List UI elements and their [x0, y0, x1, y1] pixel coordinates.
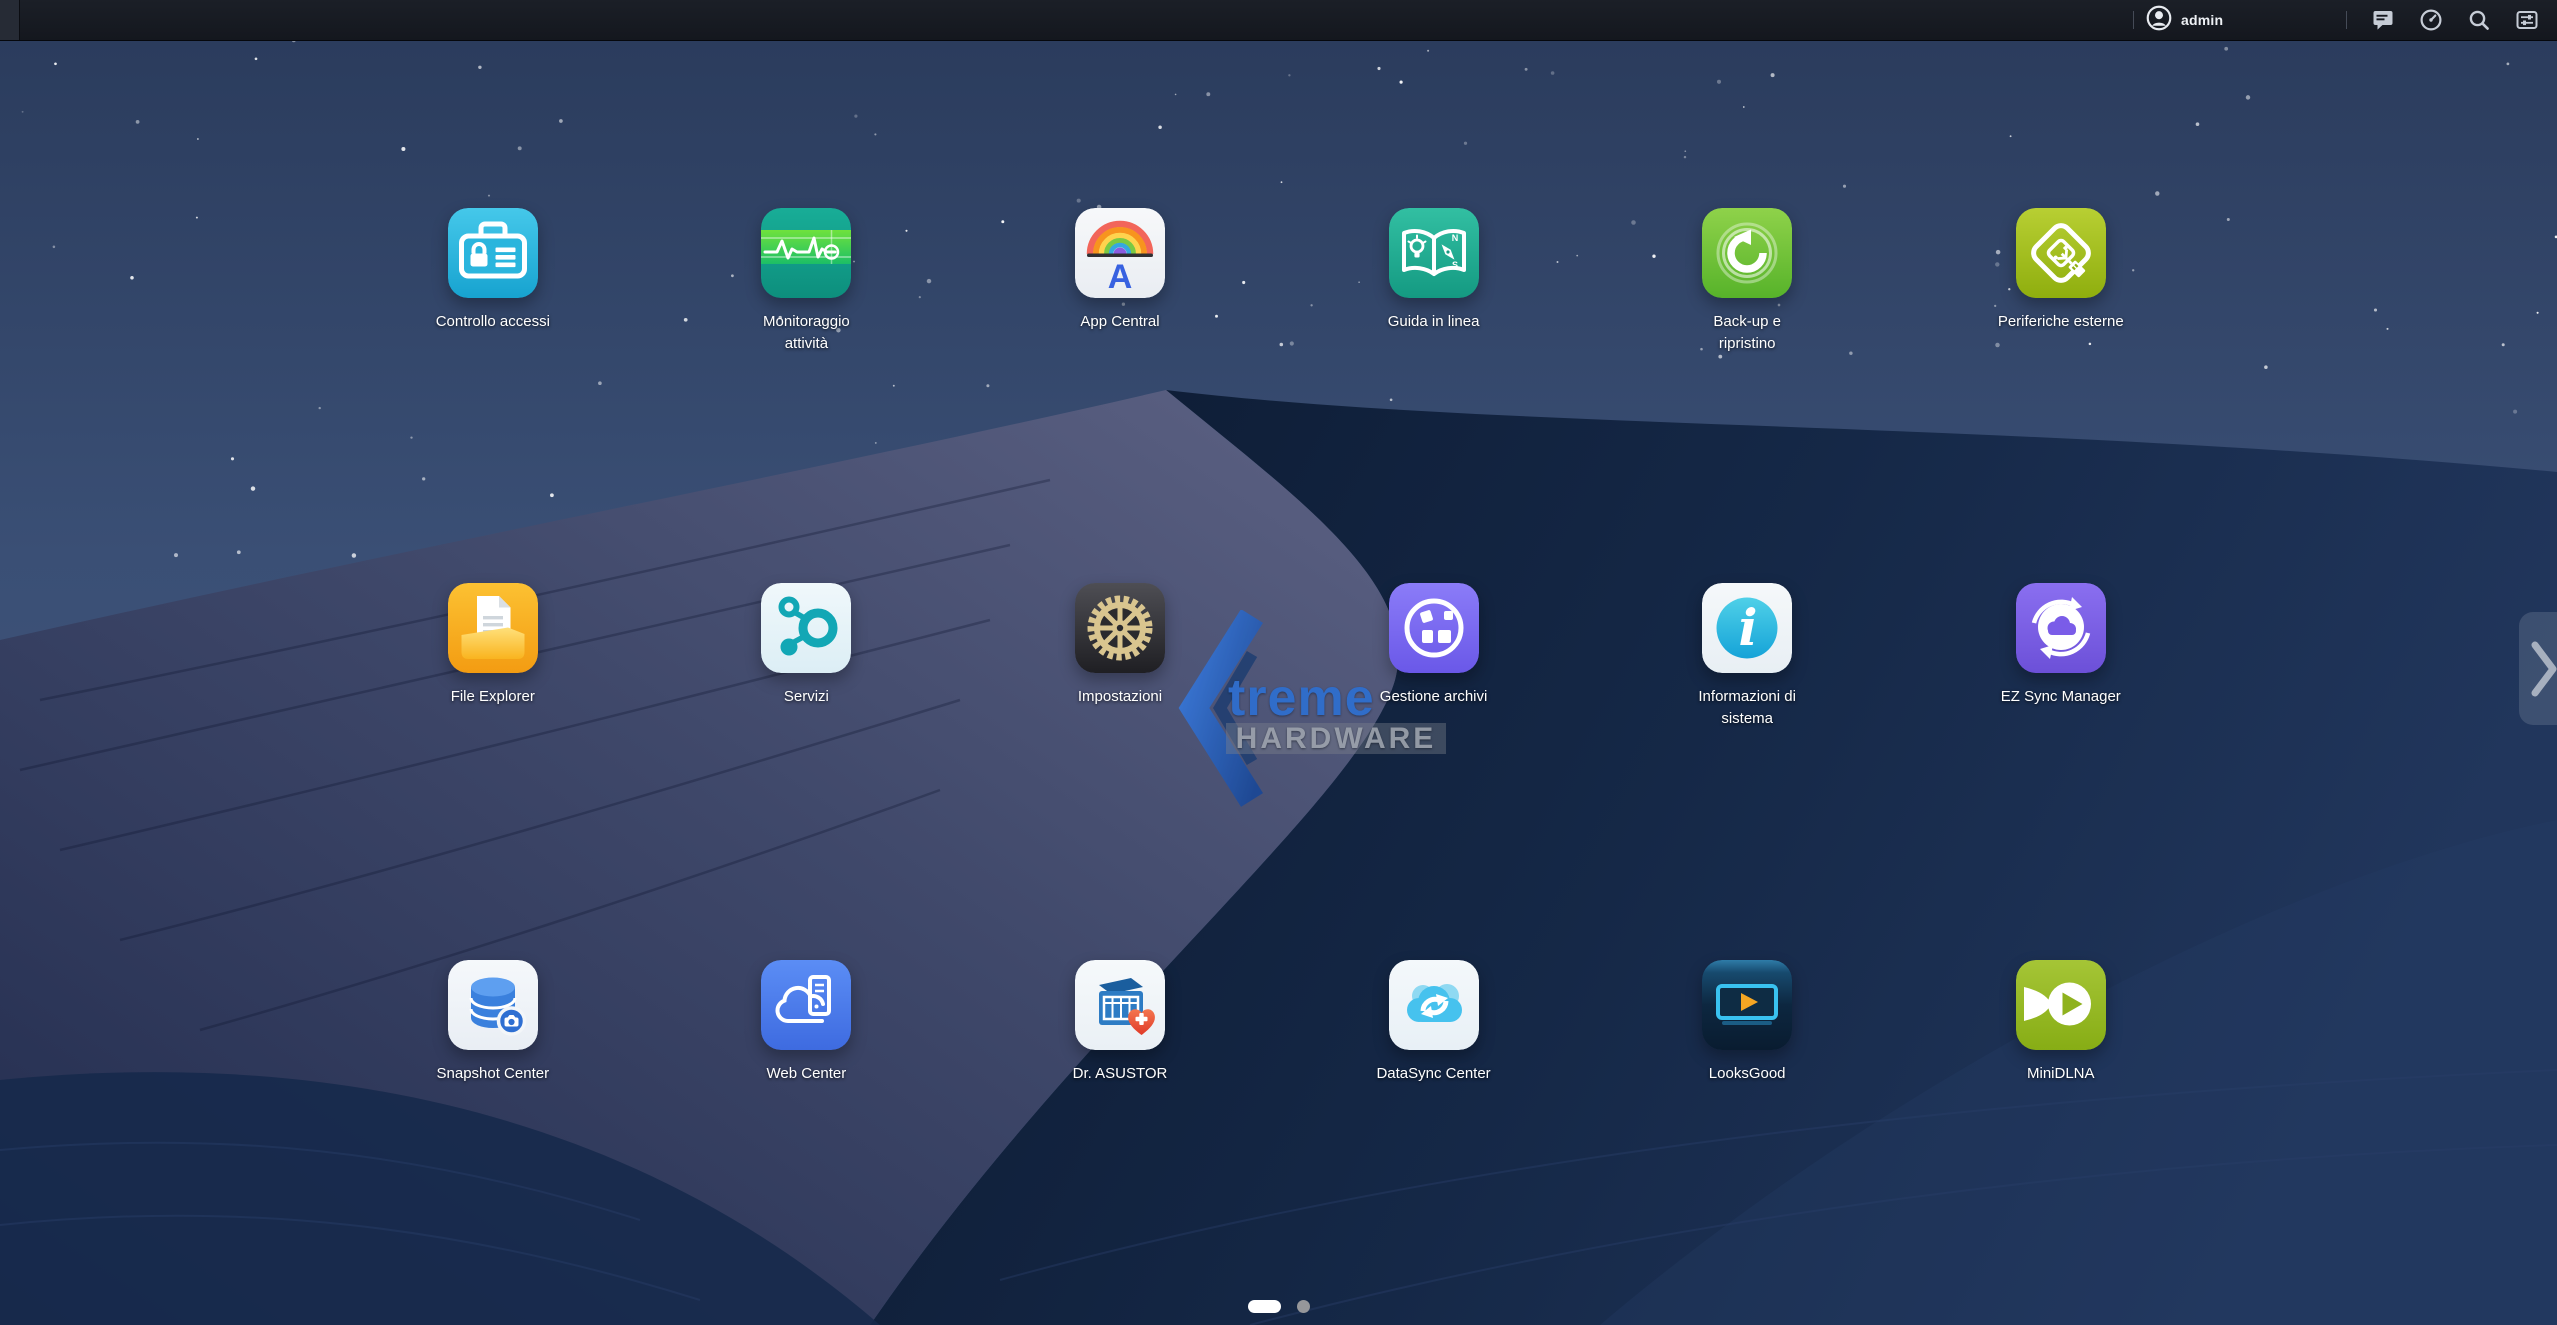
- datasync-center-icon: [1389, 960, 1479, 1050]
- page-dot-active[interactable]: [1248, 1300, 1281, 1313]
- app-label: App Central: [1080, 311, 1159, 333]
- access-control-icon: [448, 208, 538, 298]
- app-system-info[interactable]: i Informazioni di sistema: [1590, 583, 1904, 730]
- app-label: Informazioni di sistema: [1684, 686, 1810, 730]
- app-external-devices[interactable]: Periferiche esterne: [1904, 208, 2218, 355]
- compass-n-letter: N: [1451, 233, 1458, 243]
- app-datasync-center[interactable]: DataSync Center: [1277, 960, 1591, 1085]
- topbar-left-pad: [0, 0, 20, 40]
- next-page-button[interactable]: [2519, 612, 2557, 725]
- search-icon: [2467, 8, 2491, 32]
- app-minidlna[interactable]: MiniDLNA: [1904, 960, 2218, 1085]
- app-app-central[interactable]: A App Central: [963, 208, 1277, 355]
- search-button[interactable]: [2455, 0, 2503, 40]
- minidlna-icon: [2016, 960, 2106, 1050]
- app-row-2: File Explorer Servizi: [336, 583, 2218, 730]
- preferences-sliders-icon: [2515, 8, 2539, 32]
- app-row-1: Controllo accessi: [336, 208, 2218, 355]
- backup-restore-icon: [1702, 208, 1792, 298]
- app-label: Back-up e ripristino: [1684, 311, 1810, 355]
- app-label: Impostazioni: [1078, 686, 1162, 708]
- app-ez-sync-manager[interactable]: EZ Sync Manager: [1904, 583, 2218, 730]
- app-label: DataSync Center: [1376, 1063, 1490, 1085]
- settings-gear-icon: [1075, 583, 1165, 673]
- system-info-letter: i: [1739, 598, 1758, 657]
- user-menu[interactable]: admin: [2146, 5, 2334, 36]
- topbar-right-cluster: admin: [2121, 0, 2551, 40]
- app-label: Controllo accessi: [436, 311, 550, 333]
- chevron-right-icon: [2527, 633, 2557, 705]
- preferences-button[interactable]: [2503, 0, 2551, 40]
- app-activity-monitor[interactable]: Monitoraggio attività: [650, 208, 964, 355]
- app-label: File Explorer: [451, 686, 535, 708]
- app-label: Snapshot Center: [437, 1063, 550, 1085]
- ez-sync-manager-icon: [2016, 583, 2106, 673]
- app-label: LooksGood: [1709, 1063, 1786, 1085]
- app-storage-manager[interactable]: Gestione archivi: [1277, 583, 1591, 730]
- app-label: Dr. ASUSTOR: [1073, 1063, 1168, 1085]
- activity-monitor-button[interactable]: [2407, 0, 2455, 40]
- snapshot-center-icon: [448, 960, 538, 1050]
- app-file-explorer[interactable]: File Explorer: [336, 583, 650, 730]
- app-backup-restore[interactable]: Back-up e ripristino: [1590, 208, 1904, 355]
- web-center-icon: [761, 960, 851, 1050]
- app-label: Gestione archivi: [1380, 686, 1488, 708]
- topbar-divider: [2133, 11, 2134, 29]
- app-web-center[interactable]: Web Center: [650, 960, 964, 1085]
- app-dr-asustor[interactable]: Dr. ASUSTOR: [963, 960, 1277, 1085]
- user-name-label: admin: [2181, 12, 2223, 28]
- activity-monitor-icon: [761, 208, 851, 298]
- app-label: Monitoraggio attività: [743, 311, 869, 355]
- app-label: Periferiche esterne: [1998, 311, 2124, 333]
- dr-asustor-icon: [1075, 960, 1165, 1050]
- app-label: Web Center: [767, 1063, 847, 1085]
- services-icon: [761, 583, 851, 673]
- user-avatar-icon: [2146, 5, 2172, 36]
- app-label: MiniDLNA: [2027, 1063, 2095, 1085]
- app-label: Servizi: [784, 686, 829, 708]
- app-online-help[interactable]: N S Guida in linea: [1277, 208, 1591, 355]
- notifications-button[interactable]: [2359, 0, 2407, 40]
- online-help-icon: N S: [1389, 208, 1479, 298]
- page-indicator: [1248, 1300, 1310, 1313]
- storage-manager-icon: [1389, 583, 1479, 673]
- desktop: Controllo accessi: [0, 40, 2557, 1325]
- topbar: admin: [0, 0, 2557, 41]
- topbar-divider: [2346, 11, 2347, 29]
- app-label: EZ Sync Manager: [2001, 686, 2121, 708]
- activity-gauge-icon: [2419, 8, 2443, 32]
- compass-s-letter: S: [1452, 260, 1458, 270]
- app-services[interactable]: Servizi: [650, 583, 964, 730]
- app-settings[interactable]: Impostazioni: [963, 583, 1277, 730]
- app-row-3: Snapshot Center Web Center: [336, 960, 2218, 1085]
- app-central-icon: A: [1075, 208, 1165, 298]
- app-looksgood[interactable]: LooksGood: [1590, 960, 1904, 1085]
- file-explorer-icon: [448, 583, 538, 673]
- system-info-icon: i: [1702, 583, 1792, 673]
- app-label: Guida in linea: [1388, 311, 1480, 333]
- looksgood-icon: [1702, 960, 1792, 1050]
- notifications-message-icon: [2371, 8, 2395, 32]
- external-devices-icon: [2016, 208, 2106, 298]
- page-dot-inactive[interactable]: [1297, 1300, 1310, 1313]
- app-access-control[interactable]: Controllo accessi: [336, 208, 650, 355]
- app-snapshot-center[interactable]: Snapshot Center: [336, 960, 650, 1085]
- app-central-letter: A: [1108, 258, 1133, 296]
